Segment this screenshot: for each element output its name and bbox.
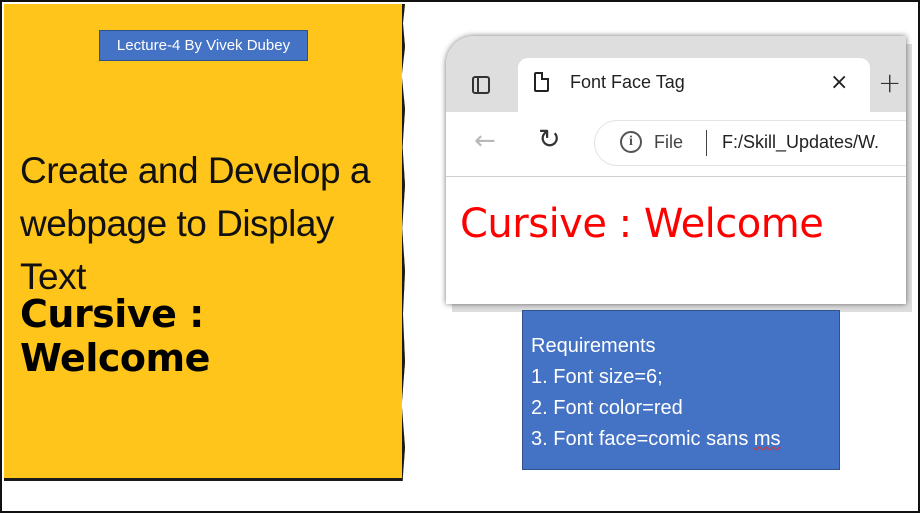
tab-title: Font Face Tag bbox=[570, 72, 685, 92]
page-content-welcome: Cursive : Welcome bbox=[460, 201, 824, 247]
back-arrow-icon[interactable]: ← bbox=[474, 126, 496, 156]
requirements-title: Requirements bbox=[531, 335, 656, 357]
lecture-badge: Lecture-4 By Vivek Dubey bbox=[99, 30, 308, 61]
heading-line-2: webpage to Display bbox=[20, 203, 334, 244]
tab-actions-icon[interactable] bbox=[472, 76, 490, 94]
requirement-item-3-text: 3. Font face=comic sans bbox=[531, 428, 754, 450]
close-icon[interactable]: × bbox=[830, 70, 848, 95]
spellcheck-word: ms bbox=[753, 428, 781, 450]
reload-icon[interactable]: ↻ bbox=[538, 124, 561, 155]
cursive-welcome-heading: Cursive : Welcome bbox=[20, 292, 210, 380]
requirement-item-1: 1. Font size=6; bbox=[531, 366, 663, 388]
page-icon bbox=[534, 72, 549, 92]
address-scheme-label: File bbox=[654, 132, 684, 152]
requirements-box: Requirements 1. Font size=6; 2. Font col… bbox=[522, 310, 840, 470]
tab-strip: Font Face Tag × + bbox=[446, 36, 906, 112]
address-url[interactable]: F:/Skill_Updates/W. bbox=[722, 132, 879, 153]
address-separator bbox=[706, 130, 707, 156]
heading-line-1: Create and Develop a bbox=[20, 150, 370, 191]
lecture-heading: Create and Develop a webpage to Display … bbox=[20, 144, 400, 303]
requirement-item-2: 2. Font color=red bbox=[531, 397, 683, 419]
new-tab-icon[interactable]: + bbox=[878, 66, 901, 99]
requirement-item-3: 3. Font face=comic sans ms bbox=[531, 424, 839, 455]
address-bar[interactable]: i File F:/Skill_Updates/W. bbox=[594, 120, 906, 166]
browser-toolbar: ← ↻ i File F:/Skill_Updates/W. bbox=[446, 112, 906, 177]
browser-tab-font-face-tag[interactable]: Font Face Tag × bbox=[518, 58, 870, 112]
info-icon[interactable]: i bbox=[620, 131, 642, 153]
yellow-note: Create and Develop a webpage to Display … bbox=[4, 4, 405, 481]
browser-window: Font Face Tag × + ← ↻ i File F:/Skill_Up… bbox=[446, 36, 906, 304]
